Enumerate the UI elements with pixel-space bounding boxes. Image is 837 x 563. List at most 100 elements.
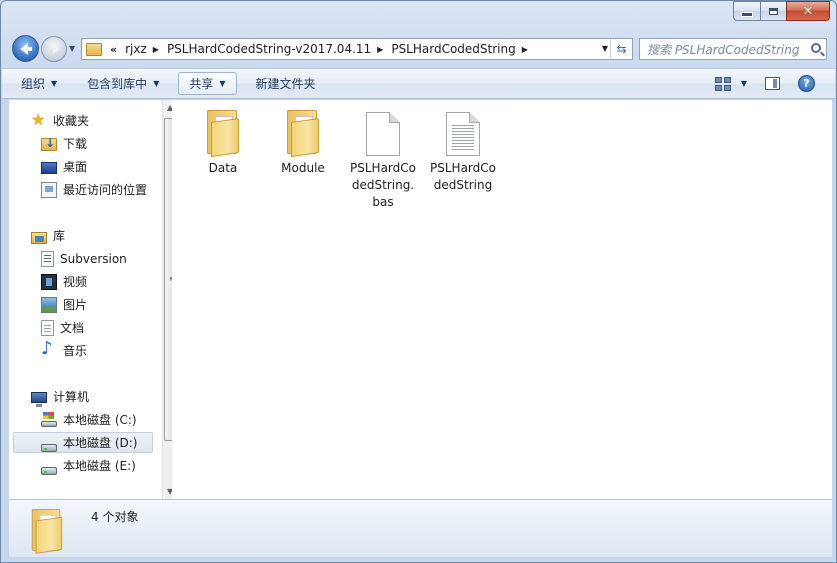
organize-label: 组织 xyxy=(21,77,46,91)
music-icon xyxy=(41,338,57,359)
folder-icon xyxy=(86,42,102,56)
caption-buttons: ✕ xyxy=(733,1,830,21)
preview-pane-icon[interactable] xyxy=(765,77,780,90)
change-view-icon[interactable] xyxy=(714,76,731,91)
breadcrumb-current-folder[interactable]: PSLHardCodedString ▶ xyxy=(391,42,528,56)
sidebar-item-label: 视频 xyxy=(63,275,88,289)
close-icon: ✕ xyxy=(802,3,814,19)
include-library-label: 包含到库中 xyxy=(87,77,148,91)
sidebar-item-documents[interactable]: 文档 xyxy=(41,317,84,338)
sidebar-item-label: 库 xyxy=(53,229,66,243)
sidebar-item-label: 桌面 xyxy=(63,160,88,174)
library-icon xyxy=(31,231,47,244)
recent-pages-dropdown[interactable]: ▼ xyxy=(69,44,79,53)
sidebar-item-videos[interactable]: 视频 xyxy=(41,271,87,292)
breadcrumb-label: PSLHardCodedString-v2017.04.11 xyxy=(166,42,372,56)
documents-icon xyxy=(41,319,54,336)
star-icon xyxy=(31,110,47,129)
sidebar-item-drive-e[interactable]: 本地磁盘 (E:) xyxy=(41,455,136,476)
maximize-icon xyxy=(769,7,778,15)
sidebar-item-label: 本地磁盘 (C:) xyxy=(63,413,137,427)
organize-button[interactable]: 组织 ▼ xyxy=(10,72,68,95)
downloads-folder-icon xyxy=(41,136,57,151)
sidebar-item-subversion[interactable]: Subversion xyxy=(41,248,127,269)
sidebar-item-desktop[interactable]: 桌面 xyxy=(41,156,87,177)
file-item-text[interactable]: PSLHardCodedString xyxy=(429,108,497,194)
breadcrumb-label: rjxz xyxy=(125,42,147,56)
address-bar[interactable]: « rjxz ▶ PSLHardCodedString-v2017.04.11 ▶ … xyxy=(81,38,633,60)
recent-places-icon xyxy=(41,181,57,198)
share-button[interactable]: 共享 ▼ xyxy=(178,72,237,95)
share-label: 共享 xyxy=(189,77,214,91)
search-input[interactable]: 搜索 PSLHardCodedString xyxy=(647,41,802,58)
include-in-library-button[interactable]: 包含到库中 ▼ xyxy=(76,72,170,95)
pictures-icon xyxy=(41,296,57,313)
breadcrumb-rjxz[interactable]: rjxz ▶ xyxy=(125,42,159,56)
chevron-down-icon: ▼ xyxy=(153,79,160,88)
breadcrumb-arrow-icon[interactable]: ▶ xyxy=(153,45,159,54)
new-folder-label: 新建文件夹 xyxy=(255,77,316,91)
navigation-buttons: ▼ xyxy=(12,35,79,62)
breadcrumb-arrow-icon[interactable]: ▶ xyxy=(377,45,383,54)
chevron-down-icon: ▼ xyxy=(51,79,58,88)
breadcrumb-label: PSLHardCodedString xyxy=(391,42,516,56)
command-bar: 组织 ▼ 包含到库中 ▼ 共享 ▼ 新建文件夹 ▼ ? xyxy=(2,68,835,99)
folder-icon xyxy=(205,108,241,157)
chevron-down-icon: ▼ xyxy=(219,79,226,88)
breadcrumb-arrow-icon[interactable]: ▶ xyxy=(522,45,528,54)
sidebar-item-drive-c[interactable]: 本地磁盘 (C:) xyxy=(41,409,137,430)
sidebar-item-favorites[interactable]: 收藏夹 xyxy=(31,110,89,131)
minimize-button[interactable] xyxy=(733,1,760,21)
sidebar-item-label: 文档 xyxy=(60,321,85,335)
explorer-window: ✕ ▼ « rjxz ▶ PSLHardCodedString-v2017.04.… xyxy=(0,0,837,563)
search-box[interactable]: 搜索 PSLHardCodedString xyxy=(639,38,827,60)
forward-arrow-icon xyxy=(52,43,60,54)
help-icon[interactable]: ? xyxy=(798,75,815,92)
computer-icon xyxy=(31,392,47,407)
hard-drive-icon xyxy=(41,466,57,475)
navigation-pane: 收藏夹 下载 桌面 最近访问的位置 库 Subversion 视频 图片 文档 … xyxy=(9,100,179,499)
close-button[interactable]: ✕ xyxy=(786,1,830,21)
sidebar-item-recent-places[interactable]: 最近访问的位置 xyxy=(41,179,147,200)
refresh-button[interactable]: ⇆ xyxy=(610,39,632,59)
file-list: Data Module PSLHardCodedString.bas PSLHa… xyxy=(172,100,832,499)
system-drive-icon xyxy=(41,411,57,428)
subversion-library-icon xyxy=(41,250,54,267)
sidebar-item-music[interactable]: 音乐 xyxy=(41,338,87,361)
view-controls: ▼ ? xyxy=(714,69,835,98)
file-name: Data xyxy=(208,161,238,175)
sidebar-item-libraries[interactable]: 库 xyxy=(31,225,65,246)
file-icon xyxy=(366,112,400,156)
file-item-module[interactable]: Module xyxy=(269,108,337,177)
sidebar-item-label: 计算机 xyxy=(53,390,90,404)
sidebar-item-pictures[interactable]: 图片 xyxy=(41,294,87,315)
search-icon[interactable] xyxy=(811,43,821,53)
back-button[interactable] xyxy=(12,35,39,62)
view-options-dropdown[interactable]: ▼ xyxy=(741,79,747,88)
file-name: PSLHardCodedString.bas xyxy=(350,161,416,209)
sidebar-item-label: 本地磁盘 (E:) xyxy=(63,459,136,473)
video-icon xyxy=(41,273,57,290)
breadcrumb-version-folder[interactable]: PSLHardCodedString-v2017.04.11 ▶ xyxy=(167,42,383,56)
sidebar-item-drive-d[interactable]: 本地磁盘 (D:) xyxy=(13,432,153,453)
address-overflow-chevron[interactable]: « xyxy=(110,43,117,56)
forward-button[interactable] xyxy=(41,35,67,62)
back-arrow-icon xyxy=(19,42,32,55)
maximize-button[interactable] xyxy=(760,1,786,21)
sidebar-item-label: Subversion xyxy=(60,251,127,266)
file-name: Module xyxy=(281,161,325,175)
sidebar-item-label: 下载 xyxy=(63,137,88,151)
file-item-data[interactable]: Data xyxy=(189,108,257,177)
refresh-icon: ⇆ xyxy=(616,42,627,56)
sidebar-item-downloads[interactable]: 下载 xyxy=(41,133,87,154)
sidebar-item-label: 图片 xyxy=(63,298,88,312)
sidebar-item-computer[interactable]: 计算机 xyxy=(31,386,89,407)
new-folder-button[interactable]: 新建文件夹 xyxy=(245,72,327,95)
sidebar-item-label: 最近访问的位置 xyxy=(63,183,148,197)
file-name: PSLHardCodedString xyxy=(430,161,496,192)
file-item-bas[interactable]: PSLHardCodedString.bas xyxy=(349,108,417,211)
address-history-dropdown[interactable]: ▼ xyxy=(602,44,608,53)
details-pane: 4 个对象 xyxy=(9,499,832,557)
item-count: 4 个对象 xyxy=(91,510,139,524)
text-file-icon xyxy=(446,112,480,156)
